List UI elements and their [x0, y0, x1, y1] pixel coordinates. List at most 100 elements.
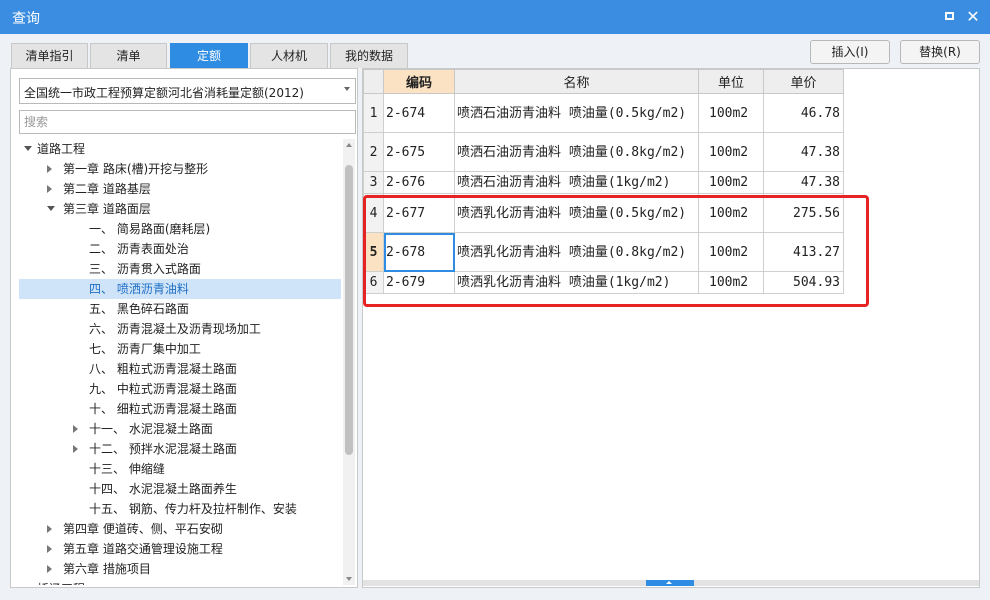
price-cell[interactable]: 47.38	[763, 132, 844, 172]
tree-item-label: 桥涵工程	[37, 579, 85, 585]
unit-cell[interactable]: 100m2	[698, 132, 764, 172]
tree-item-label: 十五、 钢筋、传力杆及拉杆制作、安装	[89, 502, 297, 516]
tree-item[interactable]: 第二章 道路基层	[19, 179, 341, 199]
code-cell[interactable]: 2-676	[383, 171, 455, 194]
caret-down-icon[interactable]	[24, 146, 32, 151]
code-cell[interactable]: 2-674	[383, 93, 455, 133]
price-cell[interactable]: 47.38	[763, 171, 844, 194]
tree-item[interactable]: 十四、 水泥混凝土路面养生	[19, 479, 341, 499]
tab-quota[interactable]: 定额	[170, 43, 248, 68]
name-cell[interactable]: 喷洒石油沥青油料 喷油量(0.8kg/m2)	[454, 132, 699, 172]
highlight-annotation-box	[363, 195, 869, 307]
tree-item[interactable]: 第六章 措施项目	[19, 559, 341, 579]
table-row[interactable]: 2 2-675 喷洒石油沥青油料 喷油量(0.8kg/m2) 100m2 47.38	[363, 132, 844, 172]
name-cell[interactable]: 喷洒石油沥青油料 喷油量(1kg/m2)	[454, 171, 699, 194]
close-icon[interactable]: ✕	[963, 7, 983, 27]
tab-labor-material-machine[interactable]: 人材机	[250, 43, 328, 68]
tree-item[interactable]: 九、 中粒式沥青混凝土路面	[19, 379, 341, 399]
caret-right-icon[interactable]	[47, 165, 52, 173]
tree-item[interactable]: 第三章 道路面层	[19, 199, 341, 219]
tree-item-label: 十三、 伸缩缝	[89, 462, 165, 476]
table-row[interactable]: 3 2-676 喷洒石油沥青油料 喷油量(1kg/m2) 100m2 47.38	[363, 171, 844, 194]
insert-button[interactable]: 插入(I)	[810, 40, 890, 64]
tree-item-label: 十一、 水泥混凝土路面	[89, 422, 213, 436]
tree-item[interactable]: 十二、 预拌水泥混凝土路面	[19, 439, 341, 459]
scroll-down-icon[interactable]	[346, 577, 352, 581]
unit-column-header[interactable]: 单位	[698, 69, 764, 94]
caret-right-icon[interactable]	[47, 525, 52, 533]
price-column-header[interactable]: 单价	[763, 69, 844, 94]
name-cell[interactable]: 喷洒石油沥青油料 喷油量(0.5kg/m2)	[454, 93, 699, 133]
tree-item-label: 七、 沥青厂集中加工	[89, 342, 201, 356]
tree-item-label: 第三章 道路面层	[63, 202, 151, 216]
quota-library-value: 全国统一市政工程预算定额河北省消耗量定额(2012)	[24, 86, 304, 100]
tree-item[interactable]: 十五、 钢筋、传力杆及拉杆制作、安装	[19, 499, 341, 519]
tree-item[interactable]: 第一章 路床(槽)开挖与整形	[19, 159, 341, 179]
tree-item-label: 第五章 道路交通管理设施工程	[63, 542, 223, 556]
tree-item-label: 五、 黑色碎石路面	[89, 302, 189, 316]
quota-library-select[interactable]: 全国统一市政工程预算定额河北省消耗量定额(2012)	[19, 78, 356, 104]
chapter-tree: 道路工程第一章 路床(槽)开挖与整形 第二章 道路基层 第三章 道路面层一、 简易路…	[19, 139, 341, 585]
tree-item-label: 十二、 预拌水泥混凝土路面	[89, 442, 237, 456]
tree-item[interactable]: 十三、 伸缩缝	[19, 459, 341, 479]
caret-right-icon[interactable]	[47, 185, 52, 193]
chevron-up-icon[interactable]	[666, 581, 672, 584]
row-number-header	[363, 69, 384, 94]
tree-item-label: 九、 中粒式沥青混凝土路面	[89, 382, 237, 396]
caret-down-icon[interactable]	[47, 206, 55, 211]
tree-item[interactable]: 七、 沥青厂集中加工	[19, 339, 341, 359]
search-field[interactable]	[19, 110, 356, 134]
name-column-header[interactable]: 名称	[454, 69, 699, 94]
tree-item-label: 第一章 路床(槽)开挖与整形	[63, 162, 209, 176]
code-cell[interactable]: 2-675	[383, 132, 455, 172]
left-panel: 全国统一市政工程预算定额河北省消耗量定额(2012) 道路工程第一章 路床(槽)…	[10, 68, 358, 588]
table-row[interactable]: 1 2-674 喷洒石油沥青油料 喷油量(0.5kg/m2) 100m2 46.78	[363, 93, 844, 133]
code-column-header[interactable]: 编码	[383, 69, 455, 94]
caret-right-icon[interactable]	[47, 565, 52, 573]
tree-scrollbar[interactable]	[343, 139, 355, 585]
search-input[interactable]	[20, 111, 355, 133]
tab-list-guide[interactable]: 清单指引	[11, 43, 88, 68]
tree-item[interactable]: 一、 简易路面(磨耗层)	[19, 219, 341, 239]
tab-list[interactable]: 清单	[90, 43, 167, 68]
tree-item[interactable]: 桥涵工程	[19, 579, 341, 585]
window-title: 查询	[12, 11, 40, 27]
row-number-cell[interactable]: 3	[363, 171, 384, 194]
tree-item-label: 第二章 道路基层	[63, 182, 151, 196]
tree-item[interactable]: 四、 喷洒沥青油料	[19, 279, 341, 299]
tree-item-label: 一、 简易路面(磨耗层)	[89, 222, 211, 236]
tree-item[interactable]: 八、 粗粒式沥青混凝土路面	[19, 359, 341, 379]
tree-item[interactable]: 第四章 便道砖、侧、平石安砌	[19, 519, 341, 539]
tree-item[interactable]: 十一、 水泥混凝土路面	[19, 419, 341, 439]
caret-right-icon[interactable]	[73, 445, 78, 453]
tab-my-data[interactable]: 我的数据	[330, 43, 408, 68]
price-cell[interactable]: 46.78	[763, 93, 844, 133]
tree-item[interactable]: 二、 沥青表面处治	[19, 239, 341, 259]
scroll-up-icon[interactable]	[346, 143, 352, 147]
tree-item[interactable]: 三、 沥青贯入式路面	[19, 259, 341, 279]
unit-cell[interactable]: 100m2	[698, 171, 764, 194]
tree-item-label: 第六章 措施项目	[63, 562, 151, 576]
caret-right-icon[interactable]	[73, 425, 78, 433]
row-number-cell[interactable]: 2	[363, 132, 384, 172]
tree-item[interactable]: 道路工程	[19, 139, 341, 159]
tree-item-label: 第四章 便道砖、侧、平石安砌	[63, 522, 223, 536]
quota-grid-panel: 编码 名称 单位 单价 1 2-674 喷洒石油沥青油料 喷油量(0.5kg/m2)…	[362, 68, 980, 588]
tree-item[interactable]: 五、 黑色碎石路面	[19, 299, 341, 319]
caret-right-icon[interactable]	[47, 545, 52, 553]
maximize-icon[interactable]	[939, 7, 959, 27]
tree-item[interactable]: 六、 沥青混凝土及沥青现场加工	[19, 319, 341, 339]
tree-item[interactable]: 第五章 道路交通管理设施工程	[19, 539, 341, 559]
tree-item-label: 十四、 水泥混凝土路面养生	[89, 482, 237, 496]
tree-item[interactable]: 十、 细粒式沥青混凝土路面	[19, 399, 341, 419]
chevron-down-icon[interactable]	[344, 87, 350, 91]
row-number-cell[interactable]: 1	[363, 93, 384, 133]
unit-cell[interactable]: 100m2	[698, 93, 764, 133]
tree-item-label: 三、 沥青贯入式路面	[89, 262, 201, 276]
replace-button[interactable]: 替换(R)	[900, 40, 980, 64]
table-header-row: 编码 名称 单位 单价	[363, 69, 844, 94]
tree-item-label: 四、 喷洒沥青油料	[89, 282, 189, 296]
tree-item-label: 八、 粗粒式沥青混凝土路面	[89, 362, 237, 376]
scrollbar-thumb[interactable]	[345, 165, 353, 455]
tree-item-label: 十、 细粒式沥青混凝土路面	[89, 402, 237, 416]
